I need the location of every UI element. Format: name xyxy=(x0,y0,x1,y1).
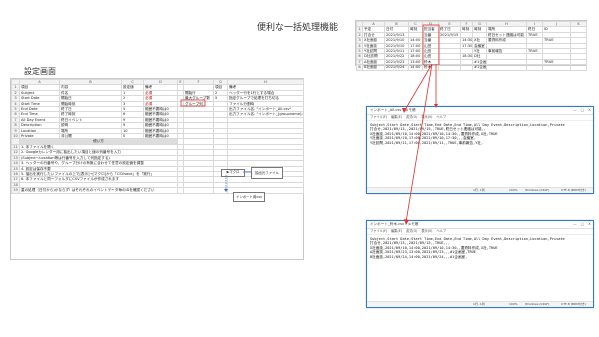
connector-arrows xyxy=(402,63,438,225)
